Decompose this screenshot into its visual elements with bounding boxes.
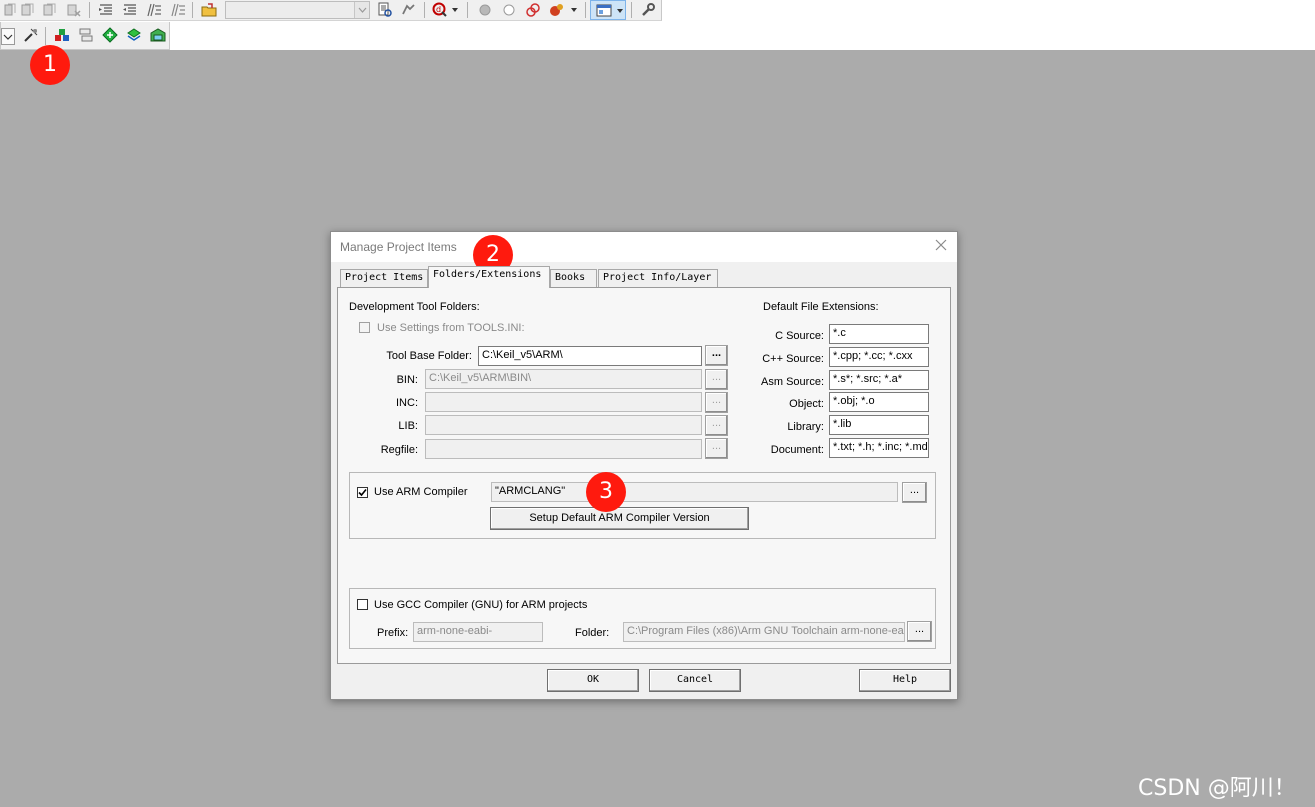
breakpoint-kill-icon[interactable] — [525, 2, 541, 18]
library-input[interactable]: *.lib — [829, 415, 929, 435]
tab-project-info-layer[interactable]: Project Info/Layer — [598, 269, 718, 287]
manage-project-items-icon[interactable] — [54, 27, 70, 43]
use-arm-compiler-checkbox[interactable] — [357, 487, 368, 498]
find-in-files-icon[interactable] — [377, 2, 393, 18]
breakpoint-disable-icon[interactable] — [501, 2, 517, 18]
dialog-titlebar[interactable]: Manage Project Items — [331, 232, 957, 262]
toolbar-row-2 — [0, 22, 170, 50]
cpp-source-label: C++ Source: — [762, 353, 824, 365]
toolbar-separator — [89, 2, 90, 18]
indent-icon[interactable] — [98, 2, 114, 18]
inc-input[interactable] — [425, 392, 702, 412]
close-icon[interactable] — [934, 238, 948, 252]
checkmark-icon — [358, 488, 367, 497]
target-options-icon[interactable] — [23, 27, 39, 43]
svg-text:d: d — [436, 5, 441, 14]
use-tools-ini-label: Use Settings from TOOLS.INI: — [377, 322, 525, 334]
uncomment-icon[interactable] — [170, 2, 186, 18]
asm-source-input[interactable]: *.s*; *.src; *.a* — [829, 370, 929, 390]
ide-toolbar-area: d — [0, 0, 1315, 50]
help-button[interactable]: Help — [859, 669, 951, 692]
use-arm-compiler-label: Use ARM Compiler — [374, 486, 468, 498]
breakpoint-icon[interactable] — [477, 2, 493, 18]
bin-label: BIN: — [396, 374, 418, 386]
bookmark-set-icon[interactable] — [42, 2, 58, 18]
chevron-down-icon[interactable] — [570, 6, 578, 14]
cancel-button[interactable]: Cancel — [649, 669, 741, 692]
dialog-title: Manage Project Items — [340, 240, 457, 254]
comment-icon[interactable] — [146, 2, 162, 18]
use-tools-ini-checkbox[interactable] — [359, 322, 370, 333]
incremental-find-icon[interactable] — [400, 2, 416, 18]
debug-icon[interactable]: d — [432, 2, 448, 18]
annotation-marker-3: 3 — [586, 472, 626, 512]
asm-source-label: Asm Source: — [761, 376, 824, 388]
dev-tool-folders-heading: Development Tool Folders: — [349, 301, 480, 313]
tool-base-folder-label: Tool Base Folder: — [386, 350, 472, 362]
manage-run-time-icon[interactable] — [126, 27, 142, 43]
target-combo[interactable] — [1, 28, 15, 45]
tool-base-folder-input[interactable]: C:\Keil_v5\ARM\ — [478, 346, 702, 366]
use-gcc-compiler-checkbox[interactable] — [357, 599, 368, 610]
lib-input[interactable] — [425, 415, 702, 435]
manage-project-items-dialog: Manage Project Items Project Items Folde… — [330, 231, 958, 700]
find-combo[interactable] — [225, 1, 370, 19]
csdn-watermark: CSDN @阿川！ — [1138, 776, 1296, 801]
regfile-input[interactable] — [425, 439, 702, 459]
bookmark-clear-icon[interactable] — [66, 2, 82, 18]
setup-default-arm-compiler-button[interactable]: Setup Default ARM Compiler Version — [490, 507, 749, 530]
window-icon — [596, 4, 612, 17]
toolbar-separator — [424, 2, 425, 18]
object-label: Object: — [789, 398, 824, 410]
toolbar-separator — [467, 2, 468, 18]
gcc-compiler-group: Use GCC Compiler (GNU) for ARM projects … — [349, 588, 936, 649]
object-input[interactable]: *.obj; *.o — [829, 392, 929, 412]
select-packs-icon[interactable] — [102, 27, 118, 43]
gcc-prefix-input[interactable]: arm-none-eabi- — [413, 622, 543, 642]
library-label: Library: — [787, 421, 824, 433]
window-layout-button[interactable] — [590, 0, 626, 20]
ok-button[interactable]: OK — [547, 669, 639, 692]
inc-label: INC: — [396, 397, 418, 409]
tab-project-items[interactable]: Project Items — [340, 269, 428, 287]
chevron-down-icon — [617, 9, 623, 13]
tab-books[interactable]: Books — [550, 269, 597, 287]
toolbar-separator — [585, 2, 586, 18]
c-source-label: C Source: — [775, 330, 824, 342]
arm-compiler-group: Use ARM Compiler "ARMCLANG" ... Setup De… — [349, 472, 936, 539]
bin-input[interactable]: C:\Keil_v5\ARM\BIN\ — [425, 369, 702, 389]
default-file-extensions-heading: Default File Extensions: — [763, 301, 879, 313]
lib-label: LIB: — [398, 420, 418, 432]
chevron-down-icon — [3, 34, 13, 40]
tab-folders-extensions[interactable]: Folders/Extensions — [428, 266, 550, 288]
file-extensions-icon[interactable] — [78, 27, 94, 43]
gcc-folder-label: Folder: — [575, 627, 610, 639]
arm-compiler-browse-button[interactable]: ... — [902, 482, 927, 503]
folders-extensions-panel: Development Tool Folders: Use Settings f… — [337, 287, 951, 664]
use-gcc-compiler-label: Use GCC Compiler (GNU) for ARM projects — [374, 599, 588, 611]
toolbar-row-1: d — [0, 0, 662, 21]
chevron-down-icon[interactable] — [451, 6, 459, 14]
configure-icon[interactable] — [640, 2, 656, 18]
gcc-folder-browse-button[interactable]: ... — [907, 621, 932, 642]
document-input[interactable]: *.txt; *.h; *.inc; *.md — [829, 438, 929, 458]
gcc-prefix-label: Prefix: — [377, 627, 409, 639]
breakpoint-all-icon[interactable] — [549, 2, 565, 18]
annotation-marker-1: 1 — [30, 45, 70, 85]
c-source-input[interactable]: *.c — [829, 324, 929, 344]
toolbar-separator — [631, 2, 632, 18]
open-file-icon[interactable] — [201, 2, 217, 18]
toolbar-separator — [45, 27, 46, 45]
pack-installer-icon[interactable] — [150, 27, 166, 43]
regfile-label: Regfile: — [380, 444, 418, 456]
chevron-down-icon[interactable] — [354, 2, 369, 18]
gcc-folder-input[interactable]: C:\Program Files (x86)\Arm GNU Toolchain… — [623, 622, 905, 642]
arm-compiler-version-field[interactable]: "ARMCLANG" — [491, 482, 898, 502]
document-label: Document: — [770, 444, 824, 456]
toolbar-separator — [192, 2, 193, 18]
bookmark-prev-icon[interactable] — [2, 2, 18, 18]
unindent-icon[interactable] — [122, 2, 138, 18]
bookmark-next-icon[interactable] — [20, 2, 36, 18]
cpp-source-input[interactable]: *.cpp; *.cc; *.cxx — [829, 347, 929, 367]
